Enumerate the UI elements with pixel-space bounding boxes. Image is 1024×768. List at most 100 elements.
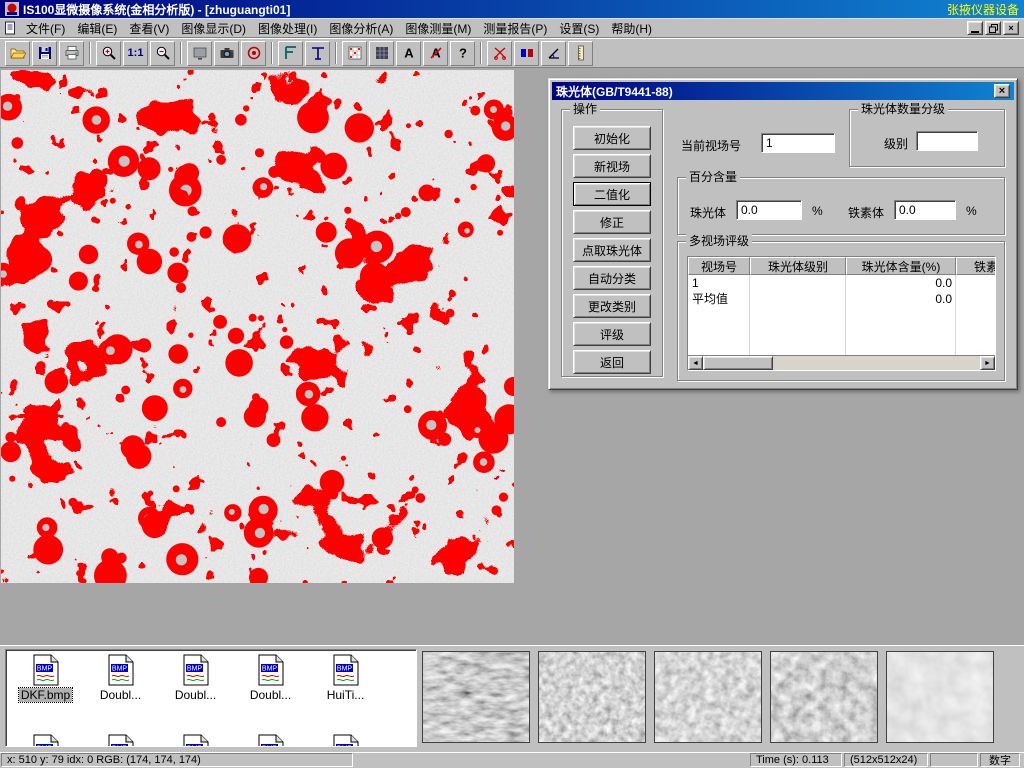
svg-text:BMP: BMP [111,746,127,748]
column-header-1[interactable]: 珠光体级别 [750,257,846,275]
file-item-partial-0[interactable]: BMP [8,734,83,747]
caliper-button[interactable] [278,41,303,66]
actual-size-button[interactable]: 1:1 [123,41,148,66]
capture-button[interactable] [241,41,266,66]
cut-button[interactable] [487,41,512,66]
scrollbar-track[interactable] [773,356,980,370]
angle-measure-button[interactable] [541,41,566,66]
column-header-2[interactable]: 珠光体含量(%) [846,257,956,275]
menu-item-7[interactable]: 测量报告(P) [477,18,553,39]
dialog-title: 珠光体(GB/T9441-88) [556,83,673,100]
file-item-partial-1[interactable]: BMP [83,734,158,747]
op-button-5[interactable]: 自动分类 [573,266,651,290]
scroll-left-button[interactable]: ◄ [688,356,703,370]
op-button-1[interactable]: 新视场 [573,154,651,178]
thumbnail-2[interactable] [538,651,646,743]
scroll-right-button[interactable]: ► [980,356,995,370]
text-annotate-button[interactable]: A [396,41,421,66]
thumbnail-1[interactable] [422,651,530,743]
file-item-partial-4[interactable]: BMP [308,734,383,747]
arrow-left-icon: ◄ [692,360,699,367]
ferrite-percent-input[interactable] [894,200,956,220]
current-field-input[interactable] [761,133,835,153]
scrollbar-thumb[interactable] [703,356,773,370]
level-input[interactable] [916,131,978,151]
child-restore-button[interactable] [985,21,1001,35]
multi-field-table: 视场号珠光体级别珠光体含量(%)铁素 10.0平均值0.0 ◄ ► [687,256,996,371]
pearlite-percent-input[interactable] [736,200,802,220]
file-item-3[interactable]: BMPDoubl... [233,654,308,702]
dialog-title-bar[interactable]: 珠光体(GB/T9441-88) × [552,82,1014,100]
file-item-2[interactable]: BMPDoubl... [158,654,233,702]
file-label: Doubl... [98,688,143,702]
table-row-1[interactable]: 平均值0.0 [688,291,995,307]
op-button-8[interactable]: 返回 [573,350,651,374]
pearlite-percent-label: 珠光体 [690,204,726,221]
child-minimize-button[interactable] [967,21,983,35]
letter-a-strike-icon: A [428,45,444,61]
bmp-file-icon: BMP [106,654,136,686]
file-item-1[interactable]: BMP Doubl... [83,654,158,702]
file-item-partial-3[interactable]: BMP [233,734,308,747]
table-cell: 0.0 [846,275,956,291]
thumbnail-4[interactable] [770,651,878,743]
live-image-button[interactable] [187,41,212,66]
monitor-icon [192,45,208,61]
menu-item-9[interactable]: 帮助(H) [605,18,658,39]
grid-measure-button[interactable] [342,41,367,66]
file-item-0[interactable]: BMPDKF.bmp [8,654,83,702]
zoom-in-button[interactable] [96,41,121,66]
menu-item-1[interactable]: 编辑(E) [71,18,123,39]
op-button-6[interactable]: 更改类别 [573,294,651,318]
open-file-button[interactable] [5,41,30,66]
op-button-0[interactable]: 初始化 [573,126,651,150]
child-close-button[interactable]: × [1003,21,1019,35]
file-browser[interactable]: BMPDKF.bmpBMPDoubl...BMPDoubl...BMPDoubl… [5,649,417,747]
zoom-out-button[interactable] [150,41,175,66]
menu-item-5[interactable]: 图像分析(A) [323,18,399,39]
bmp-file-icon: BMP [31,734,61,747]
column-header-0[interactable]: 视场号 [688,257,750,275]
thumbnail-3[interactable] [654,651,762,743]
status-position: x: 510 y: 79 idx: 0 RGB: (174, 174, 174) [1,753,353,767]
menu-item-3[interactable]: 图像显示(D) [175,18,252,39]
bmp-file-icon: BMP [256,734,286,747]
op-button-7[interactable]: 评级 [573,322,651,346]
op-button-3[interactable]: 修正 [573,210,651,234]
svg-text:BMP: BMP [186,746,202,748]
op-button-4[interactable]: 点取珠光体 [573,238,651,262]
menu-item-8[interactable]: 设置(S) [553,18,605,39]
status-image-size: (512x512x24) [844,753,928,767]
floppy-icon [37,45,53,61]
camera-icon [219,45,235,61]
menu-item-6[interactable]: 图像测量(M) [399,18,477,39]
micrograph-image[interactable] [1,70,514,583]
table-row-0[interactable]: 10.0 [688,275,995,291]
toolbar-separator [89,42,91,64]
ruler-button[interactable] [568,41,593,66]
compare-button[interactable] [514,41,539,66]
delete-annotate-button[interactable]: A [423,41,448,66]
menu-item-4[interactable]: 图像处理(I) [252,18,323,39]
horizontal-scrollbar[interactable]: ◄ ► [688,355,995,370]
file-item-partial-2[interactable]: BMP [158,734,233,747]
thumbnail-5[interactable] [886,651,994,743]
close-icon: × [1008,24,1013,33]
file-item-4[interactable]: BMPHuiTi... [308,654,383,702]
title-bar[interactable]: IS100显微摄像系统(金相分析版) - [zhuguangti01] 张掖仪器… [0,0,1024,18]
help-button[interactable]: ? [450,41,475,66]
save-button[interactable] [32,41,57,66]
question-icon: ? [455,45,471,61]
column-header-3[interactable]: 铁素 [956,257,995,275]
measure-tool-button[interactable] [305,41,330,66]
menu-item-2[interactable]: 查看(V) [123,18,175,39]
dialog-close-button[interactable]: × [994,84,1010,98]
level-label: 级别 [884,135,908,152]
print-button[interactable] [59,41,84,66]
camera-button[interactable] [214,41,239,66]
menu-item-0[interactable]: 文件(F) [20,18,71,39]
close-icon: × [999,86,1005,97]
svg-text:BMP: BMP [111,666,127,673]
op-button-2[interactable]: 二值化 [573,182,651,206]
dark-grid-button[interactable] [369,41,394,66]
